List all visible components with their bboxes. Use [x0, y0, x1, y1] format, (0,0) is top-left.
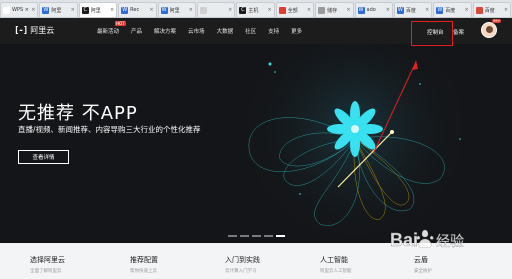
tab-close-icon[interactable]: ×: [31, 7, 35, 13]
nav-item-label: 最新活动: [97, 29, 120, 35]
carousel-dot[interactable]: [240, 235, 249, 237]
carousel-dot[interactable]: [264, 235, 273, 237]
feature-card-title: 推荐配置: [130, 256, 158, 264]
tab-close-icon[interactable]: ×: [504, 7, 508, 13]
feature-card-subtitle: 阿里云人工智能: [320, 269, 352, 274]
tab-close-icon[interactable]: ×: [149, 7, 153, 13]
tab-close-icon[interactable]: ×: [425, 7, 429, 13]
tab-label: 百度: [484, 7, 495, 14]
browser-tab[interactable]: W Rec ×: [118, 2, 157, 17]
hero-title: 无推荐 不APP: [18, 103, 138, 124]
tab-favicon-icon: W: [436, 6, 444, 14]
browser-tab[interactable]: C 主机 ×: [236, 2, 275, 17]
tab-close-icon[interactable]: ×: [307, 7, 311, 13]
main-nav: 最新活动 HOT 产品 解决方案 云市场 大数据 社区 支持 更多: [97, 18, 314, 44]
carousel-dot[interactable]: [252, 235, 261, 237]
feature-card-subtitle: 云计算入门学习: [225, 269, 257, 274]
hero-illustration: [235, 44, 475, 243]
tab-favicon-icon: W: [396, 6, 404, 14]
browser-tab[interactable]: 全部 ×: [275, 2, 315, 17]
tab-favicon-icon: [475, 6, 483, 14]
baidu-jingyan-watermark: Bai 经验: [390, 230, 464, 250]
tab-close-icon[interactable]: ×: [228, 7, 232, 13]
hero-subtitle: 直播/视频、新闻推荐、内容导购三大行业的个性化推荐: [18, 125, 201, 134]
tab-favicon-icon: [278, 6, 286, 14]
console-highlight-box: [411, 21, 453, 46]
tab-close-icon[interactable]: ×: [268, 7, 272, 13]
browser-tab-strip: WPS × × W 阿里 × C 阿里 × W Rec × W 阿里 × × C 主机 × 全部 × 储存 × Wado × W…: [0, 0, 512, 18]
nav-item-solutions[interactable]: 解决方案: [154, 27, 176, 35]
feature-card-title: 人工智能: [320, 256, 348, 264]
user-avatar[interactable]: [481, 22, 497, 38]
feature-card-subtitle: 帮你快速上云: [130, 269, 157, 274]
nav-item-marketplace[interactable]: 云市场: [188, 27, 205, 35]
feature-card[interactable]: 选择阿里云全面了解阿里云: [0, 243, 104, 279]
tab-favicon-icon: W: [160, 6, 168, 14]
tab-label: 储存: [327, 7, 338, 14]
tab-favicon-icon: [318, 6, 326, 14]
tab-close-icon[interactable]: ×: [386, 7, 390, 13]
tab-label: 阿里: [90, 7, 101, 14]
browser-tab[interactable]: Wado ×: [354, 2, 393, 17]
browser-tab[interactable]: 百度 ×: [472, 2, 512, 17]
browser-tab[interactable]: W 百度 ×: [433, 2, 472, 17]
tab-label: 百度: [445, 7, 456, 14]
feature-card[interactable]: 推荐配置帮你快速上云: [104, 243, 199, 279]
nav-item-products[interactable]: 产品: [131, 27, 142, 35]
pinwheel-icon: [327, 101, 383, 157]
browser-tab[interactable]: WPS × ×: [0, 2, 39, 17]
feature-card-title: 入门到实践: [225, 256, 260, 264]
tab-label: ado: [366, 7, 376, 13]
browser-tab[interactable]: C 阿里 ×: [78, 2, 118, 17]
tab-favicon-icon: C: [239, 6, 247, 14]
hero-banner: 无推荐 不APP 直播/视频、新闻推荐、内容导购三大行业的个性化推荐 查看详情: [0, 44, 512, 243]
beian-link[interactable]: 备案: [453, 28, 464, 36]
browser-tab[interactable]: 储存 ×: [315, 2, 354, 17]
tab-favicon-icon: W: [121, 6, 129, 14]
tab-label: 阿里: [169, 7, 180, 14]
feature-card[interactable]: 人工智能阿里云人工智能: [294, 243, 388, 279]
carousel-dots: [228, 235, 288, 237]
avatar-notification-badge: 99+: [492, 19, 502, 23]
tab-label: 主机: [248, 7, 259, 14]
tab-favicon-icon: C: [81, 6, 89, 14]
tab-label: 全部: [287, 7, 298, 14]
feature-card-title: 选择阿里云: [30, 256, 65, 264]
logo-mark-icon: [-]: [14, 25, 28, 36]
tab-close-icon[interactable]: ×: [189, 7, 193, 13]
tab-favicon-icon: [3, 6, 10, 14]
tab-close-icon[interactable]: ×: [71, 7, 75, 13]
tab-close-icon[interactable]: ×: [110, 7, 114, 13]
svg-text:Bai: Bai: [390, 230, 418, 250]
hot-badge: HOT: [115, 21, 126, 26]
feature-card-subtitle: 安全防护: [414, 269, 432, 274]
tab-label: Rec: [130, 7, 140, 13]
tab-label: WPS ×: [12, 7, 29, 13]
carousel-dot[interactable]: [276, 235, 285, 237]
tab-label: 百度: [405, 7, 416, 14]
nav-item-bigdata[interactable]: 大数据: [217, 27, 234, 35]
nav-item-support[interactable]: 支持: [268, 27, 279, 35]
tab-favicon-icon: W: [357, 6, 365, 14]
aliyun-logo[interactable]: [-] 阿里云: [14, 25, 54, 36]
browser-tab[interactable]: W 阿里 ×: [39, 2, 78, 17]
feature-card-subtitle: 全面了解阿里云: [30, 269, 62, 274]
feature-card-title: 云盾: [414, 256, 428, 264]
tab-close-icon[interactable]: ×: [464, 7, 468, 13]
feature-card[interactable]: 入门到实践云计算入门学习: [199, 243, 294, 279]
browser-tab[interactable]: W 百度 ×: [393, 2, 433, 17]
tab-favicon-icon: [199, 6, 207, 14]
nav-item-more[interactable]: 更多: [291, 27, 302, 35]
nav-item-activities[interactable]: 最新活动 HOT: [97, 21, 126, 35]
browser-tab[interactable]: W 阿里 ×: [157, 2, 196, 17]
tab-close-icon[interactable]: ×: [346, 7, 350, 13]
nav-item-community[interactable]: 社区: [245, 27, 256, 35]
tab-label: 阿里: [51, 7, 62, 14]
carousel-dot[interactable]: [228, 235, 237, 237]
view-details-button[interactable]: 查看详情: [18, 150, 69, 164]
svg-text:经验: 经验: [436, 234, 464, 250]
tab-favicon-icon: W: [42, 6, 50, 14]
logo-text: 阿里云: [30, 26, 55, 35]
browser-tab[interactable]: ×: [196, 2, 236, 17]
